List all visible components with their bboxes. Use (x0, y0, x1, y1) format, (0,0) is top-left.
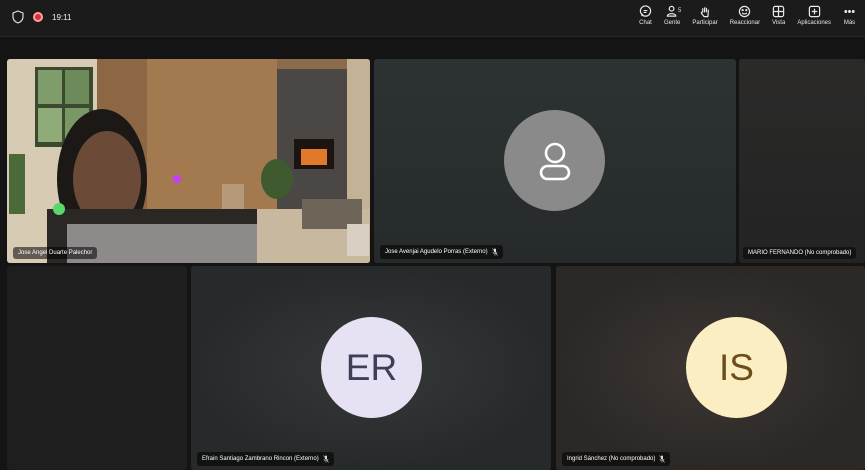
raise-hand-button[interactable]: Participar (686, 5, 723, 26)
chat-button[interactable]: Chat (633, 5, 658, 26)
mic-off-icon (322, 455, 329, 463)
react-icon (739, 5, 751, 18)
participant-name-label: MARIO FERNANDO (No comprobado) (743, 247, 857, 259)
more-icon (844, 10, 855, 13)
participant-name-label: Jose Avenjai Agudelo Porras (Externo) (380, 245, 503, 259)
people-button[interactable]: 5 Gente (658, 5, 686, 26)
participant-video-tile[interactable]: Jose Angel Duarte Palechor (7, 59, 370, 263)
participant-name-label: Efrain Santiago Zambrano Rincon (Externo… (197, 452, 334, 466)
chat-icon (639, 5, 652, 17)
meeting-topbar: 19:11 Chat 5 Gente Participar Reaccionar… (0, 0, 865, 37)
raise-hand-icon (700, 7, 709, 18)
view-button[interactable]: Vista (766, 5, 791, 26)
mic-off-icon (491, 248, 498, 256)
apps-button[interactable]: Aplicaciones (791, 5, 837, 26)
participant-tile[interactable]: ER Efrain Santiago Zambrano Rincon (Exte… (191, 266, 551, 470)
room-background (7, 59, 370, 263)
person-icon (539, 142, 570, 180)
avatar-initials: IS (719, 346, 754, 388)
participant-name-label: Jose Angel Duarte Palechor (13, 247, 98, 259)
recording-icon (33, 12, 43, 22)
empty-grid-area (7, 266, 187, 470)
people-count: 5 (678, 8, 682, 14)
participant-name-label: Ingrid Sánchez (No comprobado) (562, 452, 671, 466)
avatar-initials: ER (345, 346, 398, 388)
react-button[interactable]: Reaccionar (724, 5, 766, 26)
mic-off-icon (659, 455, 666, 463)
avatar: IS (686, 317, 787, 418)
people-icon (666, 5, 677, 17)
view-icon (772, 5, 785, 18)
more-button[interactable]: Más (837, 5, 862, 26)
meeting-timer: 19:11 (52, 12, 72, 22)
participant-tile[interactable]: Jose Avenjai Agudelo Porras (Externo) (374, 59, 736, 263)
apps-icon (808, 5, 820, 18)
avatar: ER (321, 317, 422, 418)
meeting-status: 19:11 (12, 10, 71, 24)
avatar (504, 110, 605, 211)
participant-tile[interactable]: MARIO FERNANDO (No comprobado) (739, 59, 865, 263)
shield-icon (12, 10, 24, 24)
participant-tile[interactable]: IS Ingrid Sánchez (No comprobado) (556, 266, 865, 470)
meeting-toolbar: Chat 5 Gente Participar Reaccionar Vista… (633, 5, 862, 26)
